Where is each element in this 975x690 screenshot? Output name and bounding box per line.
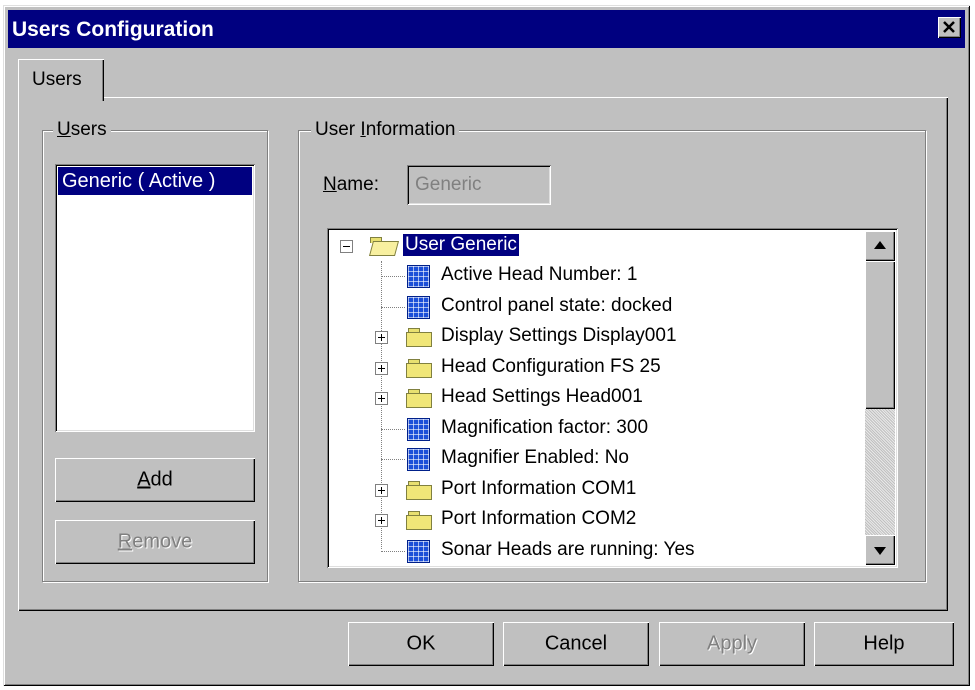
tree-connector xyxy=(381,307,405,308)
remove-button[interactable]: Remove xyxy=(55,520,255,564)
folder-icon xyxy=(406,389,432,408)
users-group-label: Users xyxy=(53,119,111,141)
name-field-value: Generic xyxy=(415,174,482,195)
expand-icon[interactable] xyxy=(375,362,388,375)
expand-icon[interactable] xyxy=(375,514,388,527)
tree-item-label: Port Information COM2 xyxy=(441,508,637,529)
tree-item-label: Head Configuration FS 25 xyxy=(441,356,661,377)
close-button[interactable] xyxy=(938,17,961,38)
tree-item-label: Display Settings Display001 xyxy=(441,325,677,346)
cancel-button[interactable]: Cancel xyxy=(503,622,649,666)
grid-icon xyxy=(407,448,430,471)
tree-content: User Generic Active Head Number: 1 Contr… xyxy=(330,231,860,565)
collapse-icon[interactable] xyxy=(340,240,353,253)
folder-icon xyxy=(406,481,432,500)
scroll-thumb[interactable] xyxy=(865,261,895,409)
tree-item-label: Port Information COM1 xyxy=(441,478,637,499)
apply-button-label: Apply xyxy=(706,632,758,655)
help-button[interactable]: Help xyxy=(814,622,954,666)
up-arrow-icon xyxy=(874,241,886,249)
tree-item-label: Control panel state: docked xyxy=(441,295,673,316)
users-list[interactable]: Generic ( Active ) xyxy=(55,164,255,432)
tree-connector xyxy=(381,261,382,549)
cancel-button-label: Cancel xyxy=(544,632,608,655)
tree-root-label: User Generic xyxy=(402,233,520,257)
user-settings-tree[interactable]: User Generic Active Head Number: 1 Contr… xyxy=(327,228,898,568)
name-label: Name: xyxy=(323,174,379,195)
grid-icon xyxy=(407,540,430,563)
tree-item-label: Head Settings Head001 xyxy=(441,386,643,407)
title-bar[interactable]: Users Configuration xyxy=(8,10,965,48)
add-button[interactable]: Add xyxy=(55,458,255,502)
folder-icon xyxy=(406,359,432,378)
tree-item-label: Magnifier Enabled: No xyxy=(441,447,629,468)
user-information-group-label: User Information xyxy=(311,119,460,141)
tab-users-label: Users xyxy=(32,69,82,90)
list-item[interactable]: Generic ( Active ) xyxy=(58,167,252,195)
window-title: Users Configuration xyxy=(12,18,214,41)
grid-icon xyxy=(407,265,430,288)
folder-icon xyxy=(406,511,432,530)
scroll-down-button[interactable] xyxy=(865,535,895,565)
tree-scrollbar[interactable] xyxy=(865,231,895,565)
tab-users[interactable]: Users xyxy=(18,59,104,101)
apply-button[interactable]: Apply xyxy=(659,622,805,666)
tree-connector xyxy=(381,459,405,460)
expand-icon[interactable] xyxy=(375,484,388,497)
tree-item-label: Sonar Heads are running: Yes xyxy=(441,539,695,560)
tree-item-label: Magnification factor: 300 xyxy=(441,417,649,438)
folder-icon xyxy=(406,328,432,347)
tree-connector xyxy=(381,551,405,552)
help-button-label: Help xyxy=(863,632,905,655)
tree-connector xyxy=(381,276,405,277)
ok-button[interactable]: OK xyxy=(348,622,494,666)
close-icon xyxy=(943,21,955,33)
open-folder-icon xyxy=(368,237,400,256)
down-arrow-icon xyxy=(874,547,886,555)
tree-item-label: Active Head Number: 1 xyxy=(441,264,638,285)
grid-icon xyxy=(407,418,430,441)
expand-icon[interactable] xyxy=(375,392,388,405)
name-field[interactable]: Generic xyxy=(407,165,551,205)
tree-connector xyxy=(381,429,405,430)
ok-button-label: OK xyxy=(406,632,436,655)
scroll-up-button[interactable] xyxy=(865,231,895,261)
expand-icon[interactable] xyxy=(375,331,388,344)
grid-icon xyxy=(407,296,430,319)
